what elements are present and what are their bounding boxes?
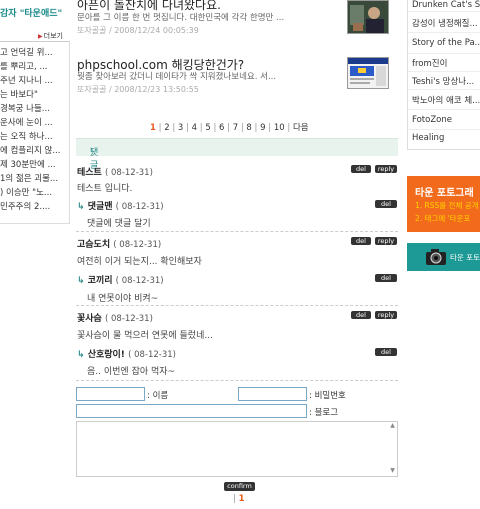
- post-desc: 문아를 그 이름 한 번 멋집니다. 대한민국에 각각 한명만 ...: [77, 13, 285, 23]
- post-meta: 또자골골 / 2008/12/24 00:05:39: [77, 26, 199, 35]
- page-link[interactable]: 2: [164, 123, 169, 133]
- scroll-up-icon[interactable]: ▲: [388, 422, 397, 431]
- page-link[interactable]: 9: [260, 123, 265, 133]
- page-link[interactable]: 3: [178, 123, 183, 133]
- left-list-item[interactable]: ) 이승만 "노...: [0, 186, 66, 199]
- password-input[interactable]: [238, 387, 307, 401]
- comment-body: 여전히 이거 되는지... 확인해보자: [77, 257, 202, 267]
- post-desc: 뭣좀 찾아보러 갔더니 데이타가 싹 지워졌나보네요. 서...: [77, 72, 277, 82]
- right-list-item[interactable]: Story of the Pa...: [412, 38, 480, 52]
- comments-header: 〉 댓글: [76, 138, 398, 171]
- delete-button[interactable]: del: [375, 274, 397, 282]
- photo-contest-banner[interactable]: 타운 포토그래 1. RSS를 전체 공개 2. 태그에 '타운포: [407, 176, 480, 232]
- delete-button[interactable]: del: [351, 237, 371, 245]
- comment-divider: [76, 305, 398, 306]
- comment-body: 꽃사슴이 물 먹으러 연못에 들렀네...: [77, 331, 213, 341]
- confirm-button[interactable]: confirm: [224, 482, 255, 491]
- left-list-item[interactable]: 를 뿌리고, ...: [0, 60, 66, 73]
- name-input[interactable]: [76, 387, 145, 401]
- reply-button[interactable]: reply: [375, 237, 397, 245]
- reply-arrow-icon: ↳: [77, 202, 85, 212]
- delete-button[interactable]: del: [351, 311, 371, 319]
- left-list-item[interactable]: 에 컴플리지 않...: [0, 144, 66, 157]
- photo-banner[interactable]: 타운 포토: [407, 243, 480, 271]
- post-thumbnail[interactable]: [347, 57, 389, 89]
- comment-divider: [76, 380, 398, 381]
- page-link-current[interactable]: 1: [150, 123, 156, 133]
- reply-button[interactable]: reply: [375, 311, 397, 319]
- comment-author: 테스트 ( 08-12-31): [77, 168, 153, 178]
- reply-author: ↳ 산호랑이! ( 08-12-31): [77, 350, 176, 360]
- page-link[interactable]: 7: [233, 123, 238, 133]
- left-list-item[interactable]: 제 30분만에 ...: [0, 158, 66, 171]
- comment-author: 꽃사슴 ( 08-12-31): [77, 314, 153, 324]
- pagination: 1 | 2 | 3 | 4 | 5 | 6 | 7 | 8 | 9 | 10 |…: [150, 123, 309, 133]
- bottom-page-link: | 1: [233, 494, 245, 504]
- comment-author: 고슴도치 ( 08-12-31): [77, 240, 162, 250]
- right-list-item[interactable]: Teshi's 망상나...: [412, 75, 480, 89]
- right-list-item[interactable]: from진이: [412, 57, 480, 71]
- right-list-item[interactable]: Healing: [412, 133, 480, 147]
- reply-body: 음.. 이번엔 잡아 먹자~: [87, 367, 176, 377]
- delete-button[interactable]: del: [375, 348, 397, 356]
- page-link[interactable]: 5: [205, 123, 210, 133]
- reply-button[interactable]: reply: [375, 165, 397, 173]
- left-list-item[interactable]: 는 오직 하나...: [0, 130, 66, 143]
- left-top-link[interactable]: 감자 "타운애드": [0, 6, 72, 19]
- right-list-item[interactable]: 박노아의 애코 체...: [412, 94, 480, 108]
- left-list-item[interactable]: 는 바보다": [0, 88, 66, 101]
- page-link[interactable]: 4: [192, 123, 197, 133]
- left-list-item[interactable]: 민주주의 2....: [0, 200, 66, 213]
- left-recent-list: 고 언덕길 위... 를 뿌리고, ... 주년 지나니 ... 는 바보다" …: [0, 41, 70, 224]
- reply-body: 댓글에 댓글 달기: [87, 219, 151, 229]
- comment-body: 테스트 입니다.: [77, 184, 133, 194]
- left-list-item[interactable]: 1의 젊은 괴물...: [0, 172, 66, 185]
- left-list-item[interactable]: 고 언덕길 위...: [0, 46, 66, 59]
- delete-button[interactable]: del: [375, 200, 397, 208]
- post-meta: 또자골골 / 2008/12/23 13:50:55: [77, 85, 199, 94]
- password-label: : 비밀번호: [309, 391, 346, 401]
- page-link[interactable]: 6: [219, 123, 224, 133]
- left-list-item[interactable]: 주년 지나니 ...: [0, 74, 66, 87]
- right-list-item[interactable]: 감성이 냉정해질...: [412, 17, 480, 31]
- blog-label: : 블로그: [309, 408, 339, 418]
- left-list-item[interactable]: 경복궁 나들...: [0, 102, 66, 115]
- reply-body: 내 연못이야 비켜~: [87, 294, 159, 304]
- more-link[interactable]: ▶더보기: [38, 31, 63, 41]
- camera-icon: [425, 247, 447, 269]
- comment-divider: [76, 231, 398, 232]
- blog-input[interactable]: [76, 404, 307, 418]
- reply-arrow-icon: ↳: [77, 276, 85, 286]
- post-thumbnail[interactable]: [347, 0, 389, 34]
- reply-author: ↳ 코끼리 ( 08-12-31): [77, 276, 164, 286]
- reply-author: ↳ 댓글맨 ( 08-12-31): [77, 202, 164, 212]
- comment-textarea[interactable]: ▲ ▼: [76, 421, 398, 477]
- name-label: : 이름: [147, 391, 169, 401]
- page-link[interactable]: 10: [274, 123, 285, 133]
- more-arrow-icon: ▶: [38, 33, 43, 40]
- next-page-link[interactable]: 다음: [293, 123, 309, 133]
- delete-button[interactable]: del: [351, 165, 371, 173]
- page-link[interactable]: 8: [246, 123, 251, 133]
- scroll-down-icon[interactable]: ▼: [388, 467, 397, 476]
- right-list-item[interactable]: FotoZone: [412, 115, 480, 129]
- left-list-item[interactable]: 운사에 눈이 ...: [0, 116, 66, 129]
- reply-arrow-icon: ↳: [77, 350, 85, 360]
